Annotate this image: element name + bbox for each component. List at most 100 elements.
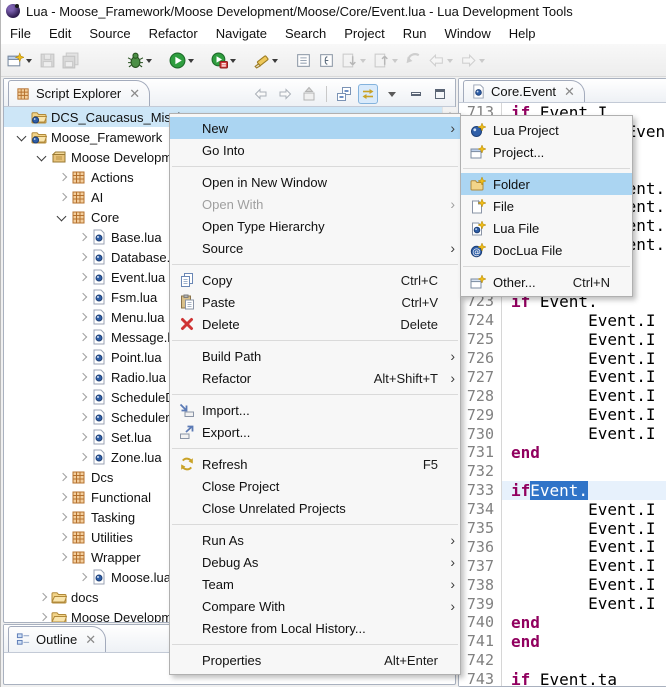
code-text[interactable]: end [511,632,666,651]
folding-margin[interactable] [502,481,511,500]
expand-chevron-icon[interactable] [54,469,70,485]
menu-item-copy[interactable]: CopyCtrl+C [170,269,460,291]
expand-chevron-icon[interactable] [74,569,90,585]
line-number[interactable]: 733 [459,481,502,500]
minimize-view-icon[interactable] [406,84,426,104]
menubar-item-refactor[interactable]: Refactor [140,24,207,43]
expand-chevron-icon[interactable] [54,509,70,525]
show-source-button[interactable] [316,48,337,72]
expand-chevron-icon[interactable] [54,189,70,205]
code-line[interactable]: 730 Event.I [459,424,666,443]
folding-margin[interactable] [502,632,511,651]
code-text[interactable]: Event.I [511,500,666,519]
code-line[interactable]: 743 if Event.ta [459,670,666,686]
menu-item-properties[interactable]: PropertiesAlt+Enter [170,649,460,671]
back-history-icon[interactable] [251,84,271,104]
menu-item-refresh[interactable]: RefreshF5 [170,453,460,475]
up-icon[interactable] [299,84,319,104]
run-dropdown-icon[interactable] [188,59,194,66]
expand-chevron-icon[interactable] [74,249,90,265]
code-line[interactable]: 725 Event.I [459,330,666,349]
menu-item-delete[interactable]: DeleteDelete [170,313,460,335]
menu-item-restore-from-local-history[interactable]: Restore from Local History... [170,617,460,639]
folding-margin[interactable] [502,651,511,670]
menubar-item-file[interactable]: File [1,24,40,43]
folding-margin[interactable] [502,349,511,368]
folding-margin[interactable] [502,613,511,632]
coverage-dropdown-icon[interactable] [230,59,236,66]
submenu-item-lua-file[interactable]: Lua File [461,217,632,239]
close-tab-icon[interactable]: ✕ [564,87,575,97]
code-line[interactable]: 733 if Event. [459,481,666,500]
menubar-item-edit[interactable]: Edit [40,24,80,43]
menubar-item-help[interactable]: Help [500,24,545,43]
folding-margin[interactable] [502,311,511,330]
menu-item-import[interactable]: Import... [170,399,460,421]
code-text[interactable]: if Event.ta [511,670,666,686]
folding-margin[interactable] [502,500,511,519]
line-number[interactable]: 739 [459,594,502,613]
menu-item-close-unrelated-projects[interactable]: Close Unrelated Projects [170,497,460,519]
new-wizard-dropdown-icon[interactable] [26,59,32,66]
line-number[interactable]: 730 [459,424,502,443]
expand-chevron-icon[interactable] [74,329,90,345]
code-line[interactable]: 734 Event.I [459,500,666,519]
line-number[interactable]: 727 [459,367,502,386]
folding-margin[interactable] [502,575,511,594]
menubar-item-project[interactable]: Project [335,24,393,43]
close-tab-icon[interactable]: ✕ [129,89,140,99]
code-text[interactable]: Event.I [511,424,666,443]
line-number[interactable]: 742 [459,651,502,670]
folding-margin[interactable] [502,424,511,443]
expand-chevron-icon[interactable] [54,529,70,545]
open-element-button[interactable] [293,48,314,72]
menu-item-build-path[interactable]: Build Path› [170,345,460,367]
expand-chevron-icon[interactable] [34,609,50,622]
code-line[interactable]: 742 [459,651,666,670]
menu-item-open-type-hierarchy[interactable]: Open Type Hierarchy [170,215,460,237]
code-line[interactable]: 729 Event.I [459,405,666,424]
menu-item-refactor[interactable]: RefactorAlt+Shift+T› [170,367,460,389]
external-tools-dropdown-icon[interactable] [272,59,278,66]
expand-chevron-icon[interactable] [74,349,90,365]
code-text[interactable]: if Event. [511,481,666,500]
menu-item-run-as[interactable]: Run As› [170,529,460,551]
menu-item-export[interactable]: Export... [170,421,460,443]
tab-core-event[interactable]: Core.Event ✕ [463,80,585,102]
submenu-item-other[interactable]: Other...Ctrl+N [461,271,632,293]
submenu-item-lua-project[interactable]: Lua Project [461,119,632,141]
folding-margin[interactable] [502,519,511,538]
line-number[interactable]: 741 [459,632,502,651]
menubar-item-search[interactable]: Search [276,24,335,43]
code-line[interactable]: 737 Event.I [459,556,666,575]
line-number[interactable]: 725 [459,330,502,349]
folding-margin[interactable] [502,670,511,686]
line-number[interactable]: 728 [459,386,502,405]
menubar-item-window[interactable]: Window [436,24,500,43]
folding-margin[interactable] [502,367,511,386]
view-menu-icon[interactable] [382,84,402,104]
code-text[interactable]: Event.I [511,594,666,613]
line-number[interactable]: 740 [459,613,502,632]
folding-margin[interactable] [502,405,511,424]
expand-chevron-icon[interactable] [74,389,90,405]
tab-script-explorer[interactable]: Script Explorer ✕ [8,80,150,106]
folding-margin[interactable] [502,537,511,556]
expand-chevron-icon[interactable] [74,309,90,325]
expand-chevron-icon[interactable] [74,409,90,425]
forward-history-icon[interactable] [275,84,295,104]
submenu-item-project[interactable]: Project... [461,141,632,163]
expand-chevron-icon[interactable] [74,429,90,445]
code-text[interactable]: Event.I [511,311,666,330]
folding-margin[interactable] [502,386,511,405]
maximize-view-icon[interactable] [430,84,450,104]
expand-chevron-icon[interactable] [34,589,50,605]
code-line[interactable]: 727 Event.I [459,367,666,386]
folding-margin[interactable] [502,556,511,575]
code-line[interactable]: 738 Event.I [459,575,666,594]
line-number[interactable]: 743 [459,670,502,686]
code-line[interactable]: 740 end [459,613,666,632]
code-text[interactable]: Event.I [511,519,666,538]
expand-chevron-icon[interactable] [34,149,50,165]
code-text[interactable]: Event.I [511,405,666,424]
